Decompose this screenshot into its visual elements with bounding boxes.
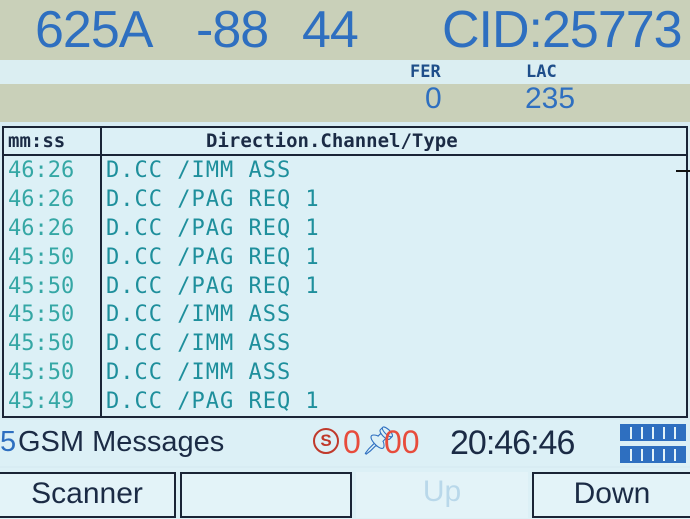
message-type-label: GSM Messages (18, 426, 225, 458)
s-circle-icon: S (313, 428, 339, 454)
row-message: D.CC /IMM ASS (106, 158, 292, 183)
table-row[interactable]: 45:50 D.CC /IMM ASS (4, 302, 686, 331)
device-screen: 625A -88 44 CID:25773 FER LAC 0 235 mm:s… (0, 0, 690, 519)
clock: 20:46:46 (450, 424, 575, 462)
divider-tick (676, 170, 690, 172)
table-row[interactable]: 46:26 D.CC /PAG REQ 1 (4, 187, 686, 216)
row-message: D.CC /IMM ASS (106, 360, 292, 386)
row-message: D.CC /PAG REQ 1 (106, 244, 320, 270)
row-time: 45:50 (8, 331, 75, 357)
arfcn-value: 625A (35, 1, 153, 59)
table-row[interactable]: 45:50 D.CC /PAG REQ 1 (4, 274, 686, 303)
scanner-softkey[interactable]: Scanner (0, 472, 176, 518)
row-time: 45:50 (8, 302, 75, 328)
down-softkey[interactable]: Down (532, 472, 690, 518)
table-row[interactable]: 45:50 D.CC /IMM ASS (4, 331, 686, 360)
message-count: 5 (0, 426, 17, 458)
up-softkey[interactable]: Up (356, 472, 528, 518)
row-time: 46:26 (8, 215, 75, 241)
status-bar: 5 GSM Messages S 0 📌︎ 00 20:46:46 (0, 420, 690, 466)
battery-icon (620, 424, 690, 464)
row-time: 46:26 (8, 186, 75, 212)
table-rows: 46:26 D.CC /IMM ASS 46:26 D.CC /PAG REQ 1 46… (4, 158, 686, 418)
fer-label: FER (410, 62, 441, 82)
table-row[interactable]: 45:50 D.CC /IMM ASS (4, 360, 686, 389)
lac-value: 235 (525, 82, 576, 115)
row-message: D.CC /IMM ASS (106, 302, 292, 328)
rxlev-value: -88 (196, 1, 269, 59)
column-header-direction: Direction.Channel/Type (206, 130, 458, 152)
header-band-mid (0, 60, 690, 84)
softkey-bar: Scanner Up Down (0, 468, 690, 519)
ta-value: 44 (302, 1, 359, 59)
table-row[interactable]: 46:26 D.CC /IMM ASS (4, 158, 686, 187)
row-message: D.CC /PAG REQ 1 (106, 273, 320, 299)
table-row[interactable]: 45:50 D.CC /PAG REQ 1 (4, 245, 686, 274)
row-time: 45:50 (8, 273, 75, 299)
row-message: D.CC /IMM ASS (106, 331, 292, 357)
row-time: 45:49 (8, 389, 75, 415)
message-table[interactable]: mm:ss Direction.Channel/Type 46:26 D.CC /… (2, 126, 688, 418)
fer-value: 0 (425, 82, 442, 115)
table-header: mm:ss Direction.Channel/Type (4, 128, 686, 156)
record-counter-a: 0 (343, 424, 361, 460)
header-band-bottom (0, 84, 690, 122)
lac-label: LAC (526, 62, 557, 82)
cell-id-value: CID:25773 (442, 1, 683, 59)
row-time: 45:50 (8, 244, 75, 270)
record-counter-b: 00 (384, 424, 420, 460)
blank-softkey[interactable] (180, 472, 352, 518)
row-message: D.CC /PAG REQ 1 (106, 389, 320, 415)
table-row[interactable]: 45:49 D.CC /PAG REQ 1 (4, 389, 686, 418)
row-message: D.CC /PAG REQ 1 (106, 215, 320, 241)
row-message: D.CC /PAG REQ 1 (106, 186, 320, 212)
row-time: 46:26 (8, 158, 75, 183)
row-time: 45:50 (8, 360, 75, 386)
column-header-time: mm:ss (8, 130, 66, 152)
table-row[interactable]: 46:26 D.CC /PAG REQ 1 (4, 216, 686, 245)
